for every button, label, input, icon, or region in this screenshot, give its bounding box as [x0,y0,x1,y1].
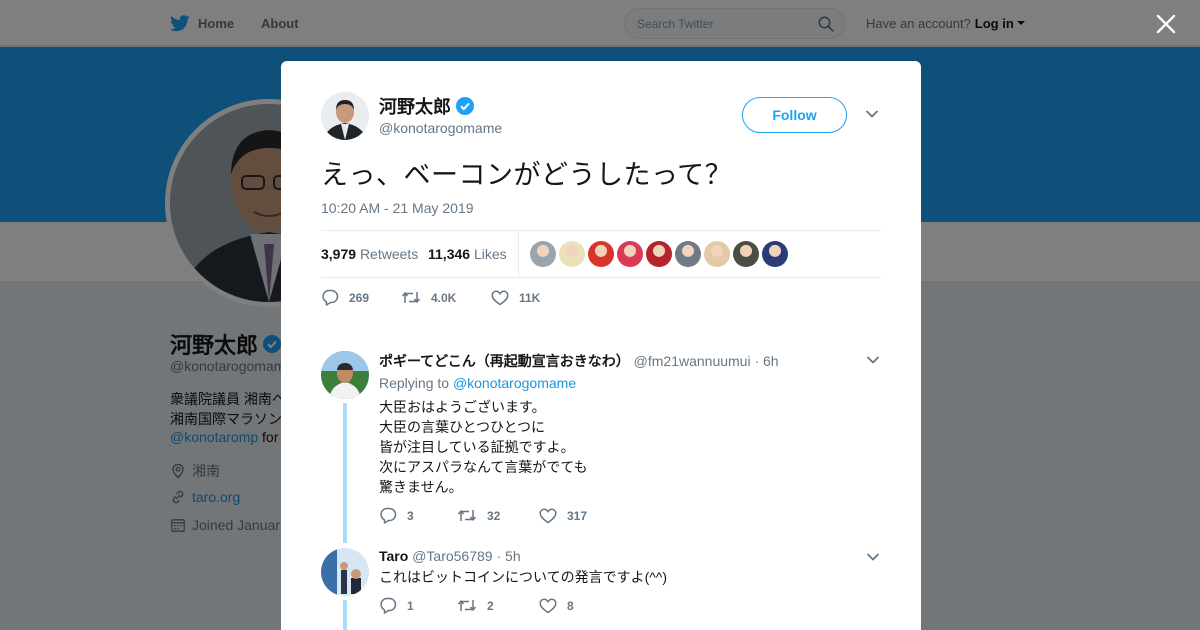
retweet-icon [457,510,477,521]
stats-divider [518,231,519,277]
reply-icon [322,289,339,306]
thread-line [343,600,347,630]
liker-avatar[interactable] [733,241,759,267]
heart-icon [491,290,509,305]
author-name-text: 河野太郎 [379,97,451,117]
liker-avatar[interactable] [530,241,556,267]
reply-icon [380,507,397,524]
heart-icon [539,508,557,523]
reply-actions: 3 32 317 [379,507,587,524]
retweets-count: 3,979 [321,246,357,262]
retweet-icon [401,292,421,303]
tweet-actions: 269 4.0K 11K [321,289,540,306]
likes-stat[interactable]: 11,346 Likes [428,246,507,262]
reply-author-handle[interactable]: @Taro56789 [412,548,492,564]
reply-time[interactable]: · 6h [754,353,778,369]
liker-avatar[interactable] [646,241,672,267]
reply-count: 3 [407,508,414,523]
liker-avatar[interactable] [675,241,701,267]
author-portrait-icon [321,92,369,140]
reply-header: ポギーてどこん（再起動宣言おきなわ） @fm21wannuumui · 6h [379,351,779,371]
author-avatar[interactable] [321,92,369,140]
like-count: 317 [567,508,588,523]
like-button[interactable]: 11K [491,290,540,306]
reply-text: これはビットコインについての発言ですよ(^^) [379,569,668,585]
reply-text-line: 驚きません。 [379,479,463,495]
reply-text-line: 皆が注目している証拠ですよ。 [379,439,575,455]
likes-label: Likes [473,246,507,262]
tweet-modal: 河野太郎 @konotarogomame Follow えっ、ベーコンがどうした… [281,61,921,630]
reply-avatar[interactable] [321,351,369,399]
liker-avatar[interactable] [762,241,788,267]
reply-author-name[interactable]: ポギーてどこん（再起動宣言おきなわ） [379,353,630,369]
retweets-stat[interactable]: 3,979 Retweets [321,246,418,262]
reply-button[interactable]: 3 [379,507,457,524]
retweet-button[interactable]: 2 [457,597,539,614]
reply-tweet-1[interactable]: ポギーてどこん（再起動宣言おきなわ） @fm21wannuumui · 6h R… [321,351,881,561]
replying-to-prefix: Replying to [379,375,450,391]
close-icon[interactable] [1155,13,1177,35]
retweet-count: 2 [487,598,494,613]
heart-icon [539,598,557,613]
tweet-stats: 3,979 Retweets 11,346 Likes [321,230,881,278]
retweet-button[interactable]: 4.0K [401,289,491,306]
liker-avatars [530,241,791,267]
tweet-text: えっ、ベーコンがどうしたって？ [321,160,733,190]
chevron-down-icon[interactable] [865,109,879,119]
reply-avatar-portrait-icon [321,548,369,596]
reply-tweet-2[interactable]: Taro @Taro56789 · 5h これはビットコインについての発言ですよ… [321,548,881,630]
liker-avatar[interactable] [559,241,585,267]
retweet-count: 4.0K [431,290,457,305]
author-handle[interactable]: @konotarogomame [379,120,502,136]
like-count: 11K [519,290,541,305]
reply-avatar[interactable] [321,548,369,596]
reply-icon [380,597,397,614]
reply-text-line: 大臣おはようございます。 [379,399,546,415]
reply-avatar-portrait-icon [321,351,369,399]
reply-time[interactable]: · 5h [496,548,520,564]
retweet-icon [457,600,477,611]
like-button[interactable]: 8 [539,598,574,614]
reply-author-handle[interactable]: @fm21wannuumui [634,353,751,369]
retweet-button[interactable]: 32 [457,507,539,524]
replying-to-link[interactable]: @konotarogomame [453,375,576,391]
reply-button[interactable]: 1 [379,597,457,614]
liker-avatar[interactable] [588,241,614,267]
reply-button[interactable]: 269 [321,289,401,306]
liker-avatar[interactable] [704,241,730,267]
reply-text: 大臣おはようございます。 大臣の言葉ひとつひとつに 皆が注目している証拠ですよ。… [379,397,588,497]
likes-count: 11,346 [428,246,471,262]
retweets-label: Retweets [359,246,419,262]
tweet-timestamp[interactable]: 10:20 AM - 21 May 2019 [321,200,474,216]
liker-avatar[interactable] [617,241,643,267]
chevron-down-icon[interactable] [866,552,880,562]
like-count: 8 [567,598,574,613]
like-button[interactable]: 317 [539,508,587,524]
reply-text-line: 次にアスパラなんて言葉がでても [379,459,588,475]
reply-text-line: 大臣の言葉ひとつひとつに [379,419,546,435]
retweet-count: 32 [487,508,501,523]
reply-actions: 1 2 8 [379,597,574,614]
reply-count: 269 [349,290,370,305]
reply-author-name[interactable]: Taro [379,548,408,564]
reply-count: 1 [407,598,414,613]
follow-button[interactable]: Follow [742,97,847,133]
replying-to: Replying to @konotarogomame [379,375,576,391]
author-name[interactable]: 河野太郎 [379,93,474,119]
chevron-down-icon[interactable] [866,355,880,365]
thread-line [343,403,347,543]
verified-badge-icon [456,97,474,115]
reply-header: Taro @Taro56789 · 5h [379,548,521,564]
